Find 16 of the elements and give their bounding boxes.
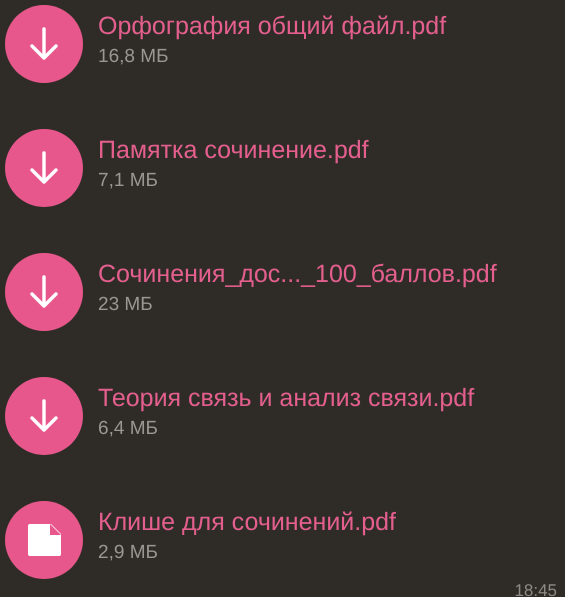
file-size: 7,1 МБ (98, 169, 159, 193)
message-time: 18:45 (514, 580, 557, 597)
file-name: Сочинения_дос..._100_баллов.pdf (98, 259, 497, 290)
file-size: 6,4 МБ (98, 417, 159, 441)
download-arrow-icon (29, 27, 59, 61)
document-icon (28, 524, 60, 556)
file-size: 23 МБ (98, 293, 154, 317)
file-name: Теория связь и анализ связи.pdf (98, 383, 474, 414)
file-name: Клише для сочинений.pdf (98, 507, 396, 538)
file-size: 2,9 МБ (98, 541, 159, 565)
download-arrow-icon (29, 275, 59, 309)
file-name: Орфография общий файл.pdf (98, 11, 446, 42)
download-arrow-icon (29, 399, 59, 433)
file-name: Памятка сочинение.pdf (98, 135, 369, 166)
download-arrow-icon (29, 151, 59, 185)
file-size: 16,8 МБ (98, 45, 170, 69)
